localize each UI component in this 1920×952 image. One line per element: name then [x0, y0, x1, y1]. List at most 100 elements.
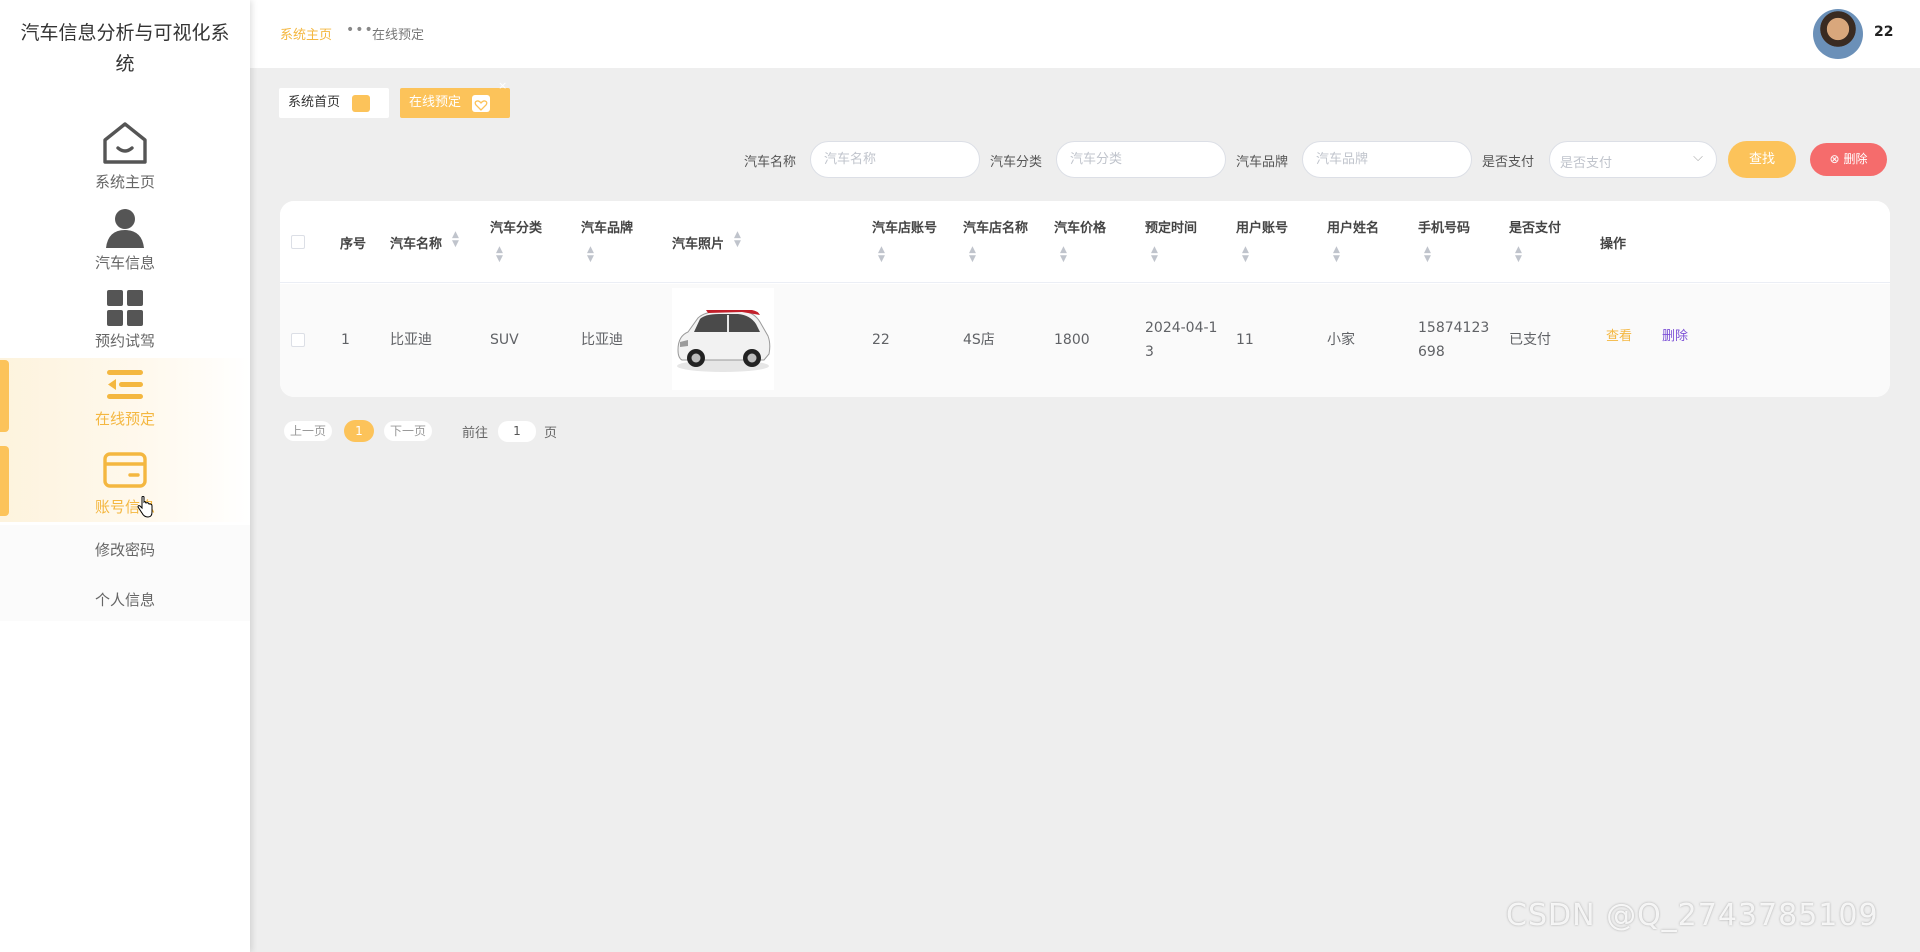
breadcrumb-separator-icon: •••: [346, 22, 374, 38]
cell-brand: 比亚迪: [581, 332, 623, 348]
table-header: 序号 汽车名称 ▲ ▼ 汽车分类 ▲ ▼ 汽车品牌 ▲ ▼ 汽车照片 ▲ ▼ 汽车店账号…: [280, 201, 1890, 283]
cell-reserve-time-line1: 2024-04-1: [1145, 320, 1218, 336]
column-header-photo[interactable]: 汽车照片: [672, 233, 724, 252]
sidebar-item-label: 预约试驾: [94, 332, 155, 350]
cell-reserve-time-line2: 3: [1145, 344, 1154, 360]
column-header-shop-name[interactable]: 汽车店名称: [963, 217, 1028, 236]
chevron-down-icon: ⌵: [1693, 150, 1703, 165]
paid-select[interactable]: 是否支付 ⌵: [1549, 141, 1717, 178]
column-header-car-name[interactable]: 汽车名称: [390, 233, 442, 252]
sidebar-item-label: 账号信息: [94, 498, 155, 516]
column-header-phone[interactable]: 手机号码: [1418, 217, 1470, 236]
select-placeholder: 是否支付: [1560, 156, 1613, 171]
prev-page-button[interactable]: 上一页: [284, 421, 332, 441]
cell-phone: 15874123 698: [1418, 316, 1489, 364]
goto-page-input[interactable]: 1: [498, 421, 536, 442]
close-icon[interactable]: ×: [498, 79, 507, 93]
cell-paid: 已支付: [1509, 332, 1551, 348]
data-table: 序号 汽车名称 ▲ ▼ 汽车分类 ▲ ▼ 汽车品牌 ▲ ▼ 汽车照片 ▲ ▼ 汽车店账号…: [280, 201, 1890, 397]
sort-icon[interactable]: ▲ ▼: [496, 246, 503, 264]
sort-icon[interactable]: ▲ ▼: [587, 246, 594, 264]
cell-car-name: 比亚迪: [390, 332, 432, 348]
submenu-item-change-password[interactable]: 修改密码: [0, 539, 250, 560]
column-header-category[interactable]: 汽车分类: [490, 217, 542, 236]
breadcrumb-current: 在线预定: [372, 28, 425, 43]
sort-icon[interactable]: ▲ ▼: [1151, 246, 1158, 264]
sidebar-item-online-reserve[interactable]: 在线预定: [0, 368, 250, 432]
sort-icon[interactable]: ▲ ▼: [969, 246, 976, 264]
column-header-brand[interactable]: 汽车品牌: [581, 217, 633, 236]
cell-index: 1: [341, 332, 350, 348]
column-header-user-name[interactable]: 用户姓名: [1327, 217, 1379, 236]
avatar[interactable]: [1813, 9, 1863, 59]
column-header-user-account[interactable]: 用户账号: [1236, 217, 1288, 236]
select-all-checkbox[interactable]: [291, 235, 305, 249]
sidebar: 汽车信息分析与可视化系统 系统主页 汽车信息 预约试驾 在线预定 账号信息 修改…: [0, 0, 250, 952]
sort-icon[interactable]: ▲ ▼: [1424, 246, 1431, 264]
sidebar-item-label: 在线预定: [94, 410, 155, 428]
cell-price: 1800: [1054, 332, 1090, 348]
delete-button-label: 删除: [1843, 152, 1868, 166]
list-indent-icon: [107, 370, 143, 399]
cell-phone-line2: 698: [1418, 344, 1445, 360]
user-name[interactable]: 22: [1874, 24, 1893, 40]
search-label-car-name: 汽车名称: [744, 155, 797, 170]
sidebar-item-car-info[interactable]: 汽车信息: [0, 208, 250, 274]
page-suffix-label: 页: [544, 426, 558, 441]
sort-icon[interactable]: ▲ ▼: [1333, 246, 1340, 264]
submenu-item-profile[interactable]: 个人信息: [0, 589, 250, 610]
cell-user-name: 小家: [1327, 332, 1355, 348]
app-title: 汽车信息分析与可视化系统: [20, 22, 230, 75]
tab-label: 在线预定: [409, 95, 462, 110]
cell-phone-line1: 15874123: [1418, 320, 1490, 336]
sidebar-item-label: 汽车信息: [94, 254, 155, 272]
row-checkbox[interactable]: [291, 333, 305, 347]
cell-user-account: 11: [1236, 332, 1254, 348]
table-row: 1 比亚迪 SUV 比亚迪 22 4S店 1800 2024-04-1 3 11…: [280, 284, 1890, 397]
tab-home-icon: [352, 95, 370, 112]
next-page-button[interactable]: 下一页: [384, 421, 432, 441]
goto-label: 前往: [462, 426, 489, 441]
user-icon: [106, 209, 144, 248]
sort-icon[interactable]: ▲ ▼: [452, 231, 459, 249]
top-header: 系统主页 ••• 在线预定 22: [250, 0, 1920, 68]
column-header-paid[interactable]: 是否支付: [1509, 217, 1561, 236]
find-button[interactable]: 查找: [1728, 141, 1796, 178]
search-input-car-brand[interactable]: [1302, 141, 1472, 178]
column-header-shop-account[interactable]: 汽车店账号: [872, 217, 937, 236]
car-photo-image[interactable]: [672, 288, 774, 390]
column-header-reserve-time[interactable]: 预定时间: [1145, 217, 1197, 236]
sort-icon[interactable]: ▲ ▼: [878, 246, 885, 264]
sidebar-item-home[interactable]: 系统主页: [0, 120, 250, 195]
watermark: CSDN @Q_2743785109: [1506, 898, 1879, 933]
tab-home[interactable]: 系统首页: [279, 88, 389, 118]
search-label-car-category: 汽车分类: [990, 155, 1043, 170]
cell-category: SUV: [490, 332, 519, 348]
view-button[interactable]: 查看: [1606, 325, 1632, 344]
tab-label: 系统首页: [288, 95, 341, 110]
search-input-car-category[interactable]: [1056, 141, 1226, 178]
close-circle-icon: ⊗: [1829, 152, 1840, 166]
card-icon: [103, 452, 147, 488]
cell-shop-name: 4S店: [963, 332, 995, 348]
home-icon: [103, 122, 147, 164]
sort-icon[interactable]: ▲ ▼: [1060, 246, 1067, 264]
cell-reserve-time: 2024-04-1 3: [1145, 316, 1217, 364]
mouse-pointer-icon: [137, 496, 153, 518]
column-header-price[interactable]: 汽车价格: [1054, 217, 1106, 236]
tab-online-reserve[interactable]: 在线预定 ×: [400, 79, 510, 118]
search-label-paid: 是否支付: [1482, 155, 1535, 170]
search-input-car-name[interactable]: [810, 141, 980, 178]
cell-shop-account: 22: [872, 332, 890, 348]
row-delete-button[interactable]: 删除: [1662, 325, 1688, 344]
column-header-actions: 操作: [1600, 237, 1627, 252]
sort-icon[interactable]: ▲ ▼: [1515, 246, 1522, 264]
breadcrumb-home[interactable]: 系统主页: [280, 24, 332, 43]
sort-icon[interactable]: ▲ ▼: [734, 231, 741, 249]
delete-button[interactable]: ⊗ 删除: [1810, 143, 1887, 176]
sidebar-item-test-drive[interactable]: 预约试驾: [0, 288, 250, 354]
sidebar-item-account[interactable]: 账号信息: [0, 451, 250, 516]
page-number-current[interactable]: 1: [344, 420, 374, 442]
grid-icon: [107, 290, 143, 326]
sort-icon[interactable]: ▲ ▼: [1242, 246, 1249, 264]
